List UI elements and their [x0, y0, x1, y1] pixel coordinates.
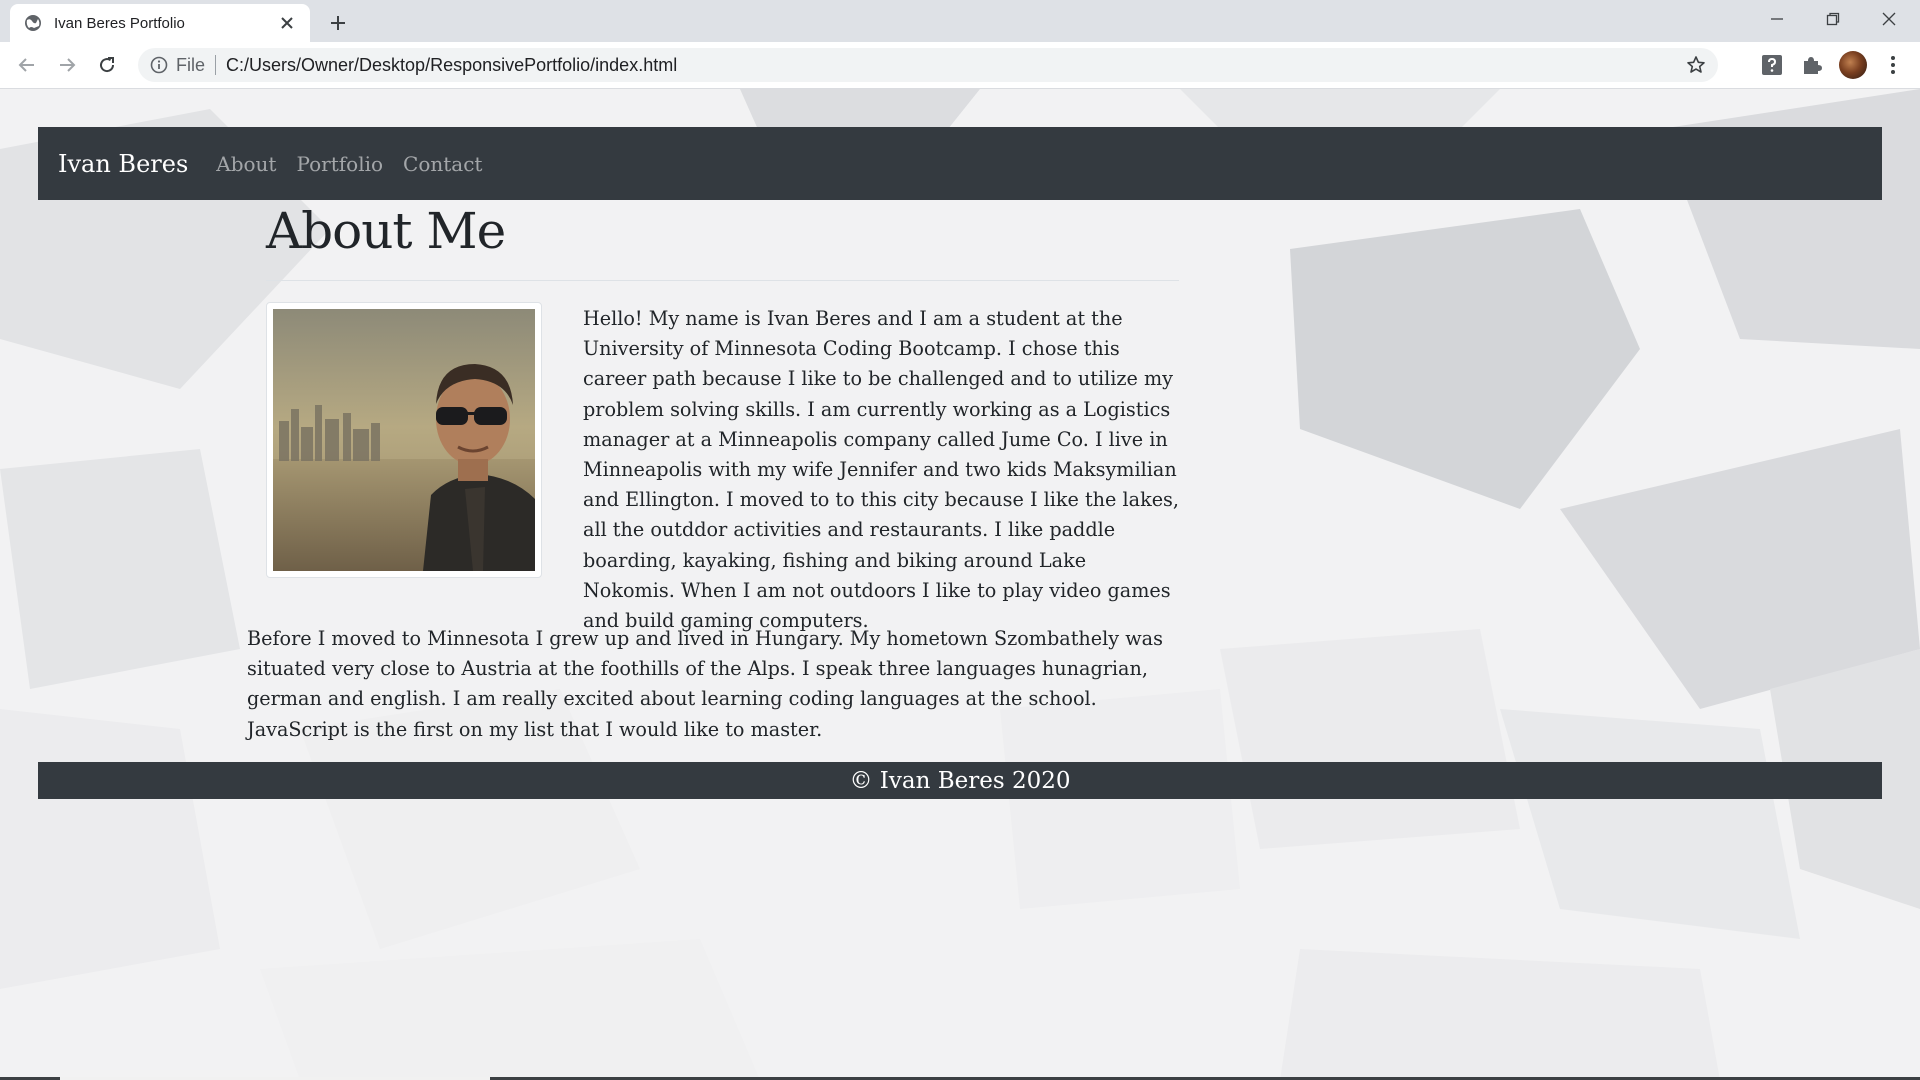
page-title: About Me	[266, 202, 506, 260]
close-window-icon[interactable]	[1866, 0, 1912, 38]
reload-icon[interactable]	[93, 51, 121, 79]
address-bar[interactable]: File C:/Users/Owner/Desktop/ResponsivePo…	[138, 48, 1718, 82]
divider	[266, 280, 1179, 281]
close-icon[interactable]	[276, 12, 298, 34]
portrait-thumbnail	[266, 302, 542, 578]
browser-tab[interactable]: Ivan Beres Portfolio	[10, 4, 310, 42]
nav-link-about[interactable]: About	[216, 152, 276, 176]
site-footer: © Ivan Beres 2020	[38, 762, 1882, 799]
globe-icon	[25, 15, 41, 31]
bio-paragraph-2: Before I moved to Minnesota I grew up an…	[247, 627, 1163, 741]
brand-link[interactable]: Ivan Beres	[58, 150, 188, 178]
url-text[interactable]: C:/Users/Owner/Desktop/ResponsivePortfol…	[226, 55, 677, 76]
restore-icon[interactable]	[1810, 0, 1856, 38]
tab-strip: Ivan Beres Portfolio	[0, 0, 1920, 42]
forward-icon[interactable]	[53, 51, 81, 79]
nav-link-contact[interactable]: Contact	[403, 152, 482, 176]
tab-title: Ivan Beres Portfolio	[54, 14, 185, 32]
help-extension-icon[interactable]	[1758, 51, 1786, 79]
star-icon[interactable]	[1686, 55, 1706, 75]
back-icon[interactable]	[13, 51, 41, 79]
site-navbar: Ivan Beres About Portfolio Contact	[38, 127, 1882, 200]
url-separator	[215, 55, 217, 75]
footer-copyright: © Ivan Beres 2020	[849, 767, 1071, 794]
info-icon[interactable]	[150, 56, 168, 74]
puzzle-icon[interactable]	[1798, 51, 1826, 79]
nav-link-portfolio[interactable]: Portfolio	[296, 152, 383, 176]
url-scheme: File	[176, 54, 206, 75]
minimize-icon[interactable]	[1754, 0, 1800, 38]
profile-photo	[273, 309, 535, 571]
kebab-menu-icon[interactable]	[1879, 51, 1907, 79]
bio-paragraph-1: Hello! My name is Ivan Beres and I am a …	[583, 307, 1180, 633]
plus-icon[interactable]	[324, 9, 352, 37]
browser-toolbar: File C:/Users/Owner/Desktop/ResponsivePo…	[0, 42, 1920, 89]
profile-avatar[interactable]	[1839, 51, 1867, 79]
page-viewport: Ivan Beres About Portfolio Contact About…	[0, 89, 1920, 1080]
